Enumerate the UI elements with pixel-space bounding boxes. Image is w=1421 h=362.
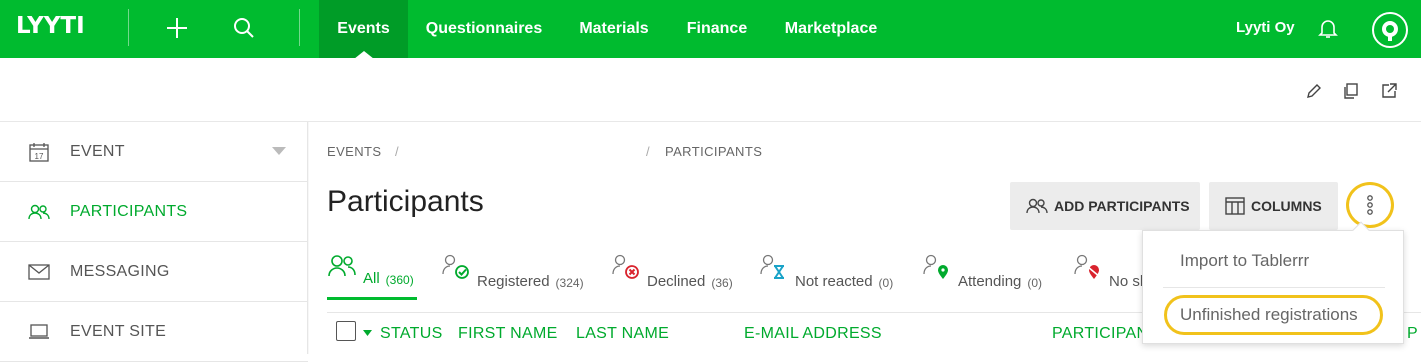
event-toolbar <box>0 58 1421 122</box>
tab-no-show[interactable]: No sh <box>1073 254 1148 300</box>
vertical-dots-icon <box>1367 195 1373 215</box>
column-first-name[interactable]: FIRST NAME <box>458 325 558 343</box>
column-status[interactable]: STATUS <box>380 325 443 343</box>
user-avatar-icon <box>1382 21 1398 41</box>
plus-icon[interactable] <box>161 12 193 44</box>
sidebar-item-label: EVENT SITE <box>70 322 167 340</box>
sidebar-item-participants[interactable]: PARTICIPANTS <box>0 182 308 242</box>
page-title: Participants <box>327 185 484 218</box>
sidebar-item-label: PARTICIPANTS <box>70 202 188 220</box>
user-declined-icon <box>612 254 639 279</box>
event-sidebar: 17 EVENT PARTICIPANTS MESSAGING EVENT SI… <box>0 122 308 362</box>
sidebar-item-label: MESSAGING <box>70 262 170 280</box>
avatar[interactable] <box>1372 12 1408 48</box>
calendar-icon: 17 <box>28 141 50 163</box>
columns-icon <box>1225 197 1245 215</box>
tab-label: Registered <box>477 273 550 290</box>
column-partial[interactable]: P <box>1407 325 1418 343</box>
menu-item-import-to-tablerrr[interactable]: Import to Tablerrr <box>1143 235 1405 287</box>
select-all-checkbox[interactable] <box>336 321 356 341</box>
tab-count: (0) <box>1027 276 1043 290</box>
tab-label: Not reacted <box>795 273 873 290</box>
tab-count: (360) <box>385 273 414 287</box>
divider <box>128 9 129 46</box>
column-last-name[interactable]: LAST NAME <box>576 325 669 343</box>
user-no-show-icon <box>1074 254 1101 279</box>
breadcrumb-participants: PARTICIPANTS <box>665 144 763 159</box>
lyyti-logo[interactable]: LYYTI <box>16 13 85 39</box>
chevron-down-icon[interactable] <box>363 330 372 336</box>
tab-all[interactable]: All (360) <box>327 255 417 300</box>
people-icon <box>328 255 356 277</box>
more-options-button[interactable] <box>1346 182 1394 228</box>
tab-count: (324) <box>555 276 584 290</box>
laptop-icon <box>28 321 50 343</box>
top-navigation-bar: LYYTI Events Questionnaires Materials Fi… <box>0 0 1421 59</box>
tab-count: (36) <box>711 276 733 290</box>
svg-text:17: 17 <box>35 152 44 161</box>
user-location-icon <box>923 254 948 279</box>
nav-marketplace[interactable]: Marketplace <box>776 0 886 58</box>
column-participant[interactable]: PARTICIPAN <box>1052 325 1148 343</box>
nav-finance[interactable]: Finance <box>681 0 753 58</box>
nav-questionnaires[interactable]: Questionnaires <box>418 0 550 58</box>
user-check-icon <box>442 254 469 279</box>
tab-label: Declined <box>647 273 706 290</box>
divider <box>1163 287 1385 288</box>
divider <box>299 9 300 46</box>
tab-count: (0) <box>878 276 894 290</box>
nav-materials[interactable]: Materials <box>572 0 656 58</box>
tab-not-reacted[interactable]: Not reacted (0) <box>759 254 894 300</box>
tab-attending[interactable]: Attending (0) <box>922 254 1043 300</box>
nav-events[interactable]: Events <box>319 0 408 59</box>
breadcrumb-separator: / <box>646 144 651 159</box>
sidebar-item-messaging[interactable]: MESSAGING <box>0 242 308 302</box>
columns-button[interactable]: COLUMNS <box>1209 182 1338 230</box>
chevron-down-icon[interactable] <box>272 147 286 155</box>
external-link-icon[interactable] <box>1380 82 1398 100</box>
organization-name[interactable]: Lyyti Oy <box>1236 19 1295 36</box>
sidebar-item-event-site[interactable]: EVENT SITE <box>0 302 308 362</box>
people-icon <box>1026 197 1048 215</box>
menu-item-unfinished-registrations[interactable]: Unfinished registrations <box>1143 289 1405 341</box>
envelope-icon <box>28 261 50 283</box>
add-participants-button[interactable]: ADD PARTICIPANTS <box>1010 182 1200 230</box>
sidebar-item-label: EVENT <box>70 142 125 160</box>
columns-label: COLUMNS <box>1251 198 1322 214</box>
user-hourglass-icon <box>760 254 784 279</box>
more-options-menu: Import to Tablerrr Unfinished registrati… <box>1142 221 1405 344</box>
sidebar-item-event[interactable]: 17 EVENT <box>0 122 308 182</box>
breadcrumb-separator: / <box>395 144 400 159</box>
tab-label: Attending <box>958 273 1022 290</box>
pencil-icon[interactable] <box>1305 82 1323 100</box>
breadcrumb-events[interactable]: EVENTS <box>327 144 381 159</box>
bell-icon[interactable] <box>1312 12 1344 44</box>
add-participants-label: ADD PARTICIPANTS <box>1054 198 1190 214</box>
tab-declined[interactable]: Declined (36) <box>611 254 733 300</box>
tab-label: All <box>363 270 380 287</box>
tab-registered[interactable]: Registered (324) <box>441 254 584 300</box>
copy-icon[interactable] <box>1342 82 1360 100</box>
people-icon <box>28 201 50 223</box>
column-email-address[interactable]: E-MAIL ADDRESS <box>744 325 882 343</box>
search-icon[interactable] <box>228 12 260 44</box>
